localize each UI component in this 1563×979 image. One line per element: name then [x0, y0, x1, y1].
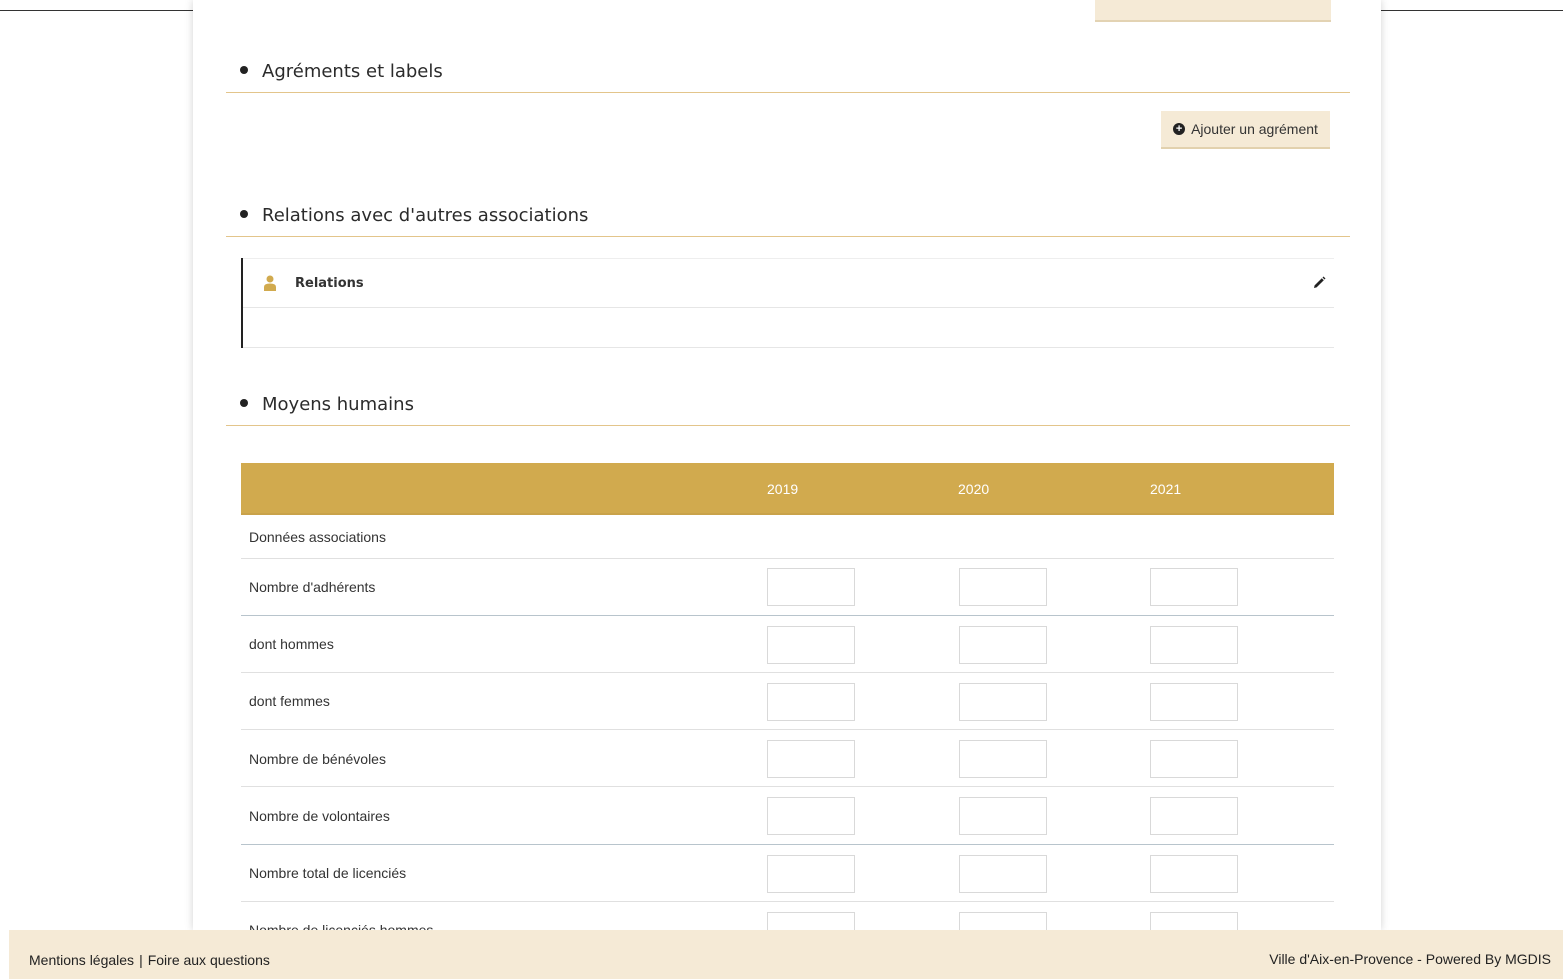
hommes-2019-input[interactable]	[767, 626, 855, 664]
adherents-2020-input[interactable]	[959, 568, 1047, 606]
row-label: Nombre de licenciés hommes	[249, 922, 434, 930]
section-rule	[226, 92, 1350, 93]
benevoles-2020-input[interactable]	[959, 740, 1047, 778]
hommes-2020-input[interactable]	[959, 626, 1047, 664]
volontaires-2021-input[interactable]	[1150, 797, 1238, 835]
table-row: Nombre total de licenciés	[241, 845, 1334, 902]
femmes-2019-input[interactable]	[767, 683, 855, 721]
row-label: Nombre de bénévoles	[249, 751, 386, 767]
relations-label: Relations	[295, 276, 364, 291]
section-title-text: Relations avec d'autres associations	[262, 205, 589, 226]
volontaires-2020-input[interactable]	[959, 797, 1047, 835]
group-label: Données associations	[249, 529, 386, 545]
add-agrement-label: Ajouter un agrément	[1191, 121, 1318, 137]
relations-card-bottom	[243, 347, 1334, 348]
row-label: dont hommes	[249, 636, 334, 652]
section-rule	[226, 236, 1350, 237]
table-row: dont femmes	[241, 673, 1334, 730]
section-title-agrements: Agréments et labels	[240, 61, 443, 82]
licencies-2021-input[interactable]	[1150, 855, 1238, 893]
licencies-hommes-2019-input[interactable]	[767, 912, 855, 930]
adherents-2021-input[interactable]	[1150, 568, 1238, 606]
table-group-row: Données associations	[241, 515, 1334, 559]
section-title-moyens: Moyens humains	[240, 394, 414, 415]
adherents-2019-input[interactable]	[767, 568, 855, 606]
table-header: 2019 2020 2021	[241, 463, 1334, 515]
section-title-text: Moyens humains	[262, 394, 414, 415]
benevoles-2021-input[interactable]	[1150, 740, 1238, 778]
licencies-hommes-2021-input[interactable]	[1150, 912, 1238, 930]
licencies-2020-input[interactable]	[959, 855, 1047, 893]
row-label: Nombre de volontaires	[249, 808, 390, 824]
year-header-2021: 2021	[1150, 481, 1182, 497]
hommes-2021-input[interactable]	[1150, 626, 1238, 664]
bullet-icon	[240, 399, 248, 407]
table-row: Nombre de volontaires	[241, 787, 1334, 845]
table-row: Nombre d'adhérents	[241, 559, 1334, 616]
plus-circle-icon: +	[1173, 123, 1186, 135]
footer: Mentions légales | Foire aux questions Vil…	[9, 930, 1563, 979]
table-row: dont hommes	[241, 616, 1334, 673]
femmes-2021-input[interactable]	[1150, 683, 1238, 721]
partial-button[interactable]	[1095, 0, 1331, 22]
row-label: Nombre total de licenciés	[249, 865, 407, 881]
licencies-hommes-2020-input[interactable]	[959, 912, 1047, 930]
user-icon	[264, 275, 276, 291]
row-label: Nombre d'adhérents	[249, 579, 376, 595]
row-label: dont femmes	[249, 693, 330, 709]
footer-links: Mentions légales | Foire aux questions	[29, 952, 270, 968]
faq-link[interactable]: Foire aux questions	[148, 952, 270, 968]
section-title-relations: Relations avec d'autres associations	[240, 205, 588, 226]
section-title-text: Agréments et labels	[262, 61, 443, 82]
relations-card: Relations	[241, 258, 1334, 348]
year-header-2020: 2020	[958, 481, 990, 497]
licencies-2019-input[interactable]	[767, 855, 855, 893]
year-header-2019: 2019	[767, 481, 799, 497]
pencil-icon[interactable]	[1312, 276, 1326, 290]
table-row: Nombre de bénévoles	[241, 730, 1334, 787]
table-row: Nombre de licenciés hommes	[241, 902, 1334, 930]
bullet-icon	[240, 210, 248, 218]
relations-card-header: Relations	[243, 258, 1334, 308]
section-rule	[226, 425, 1350, 426]
femmes-2020-input[interactable]	[959, 683, 1047, 721]
mentions-legales-link[interactable]: Mentions légales	[29, 952, 134, 968]
add-agrement-button[interactable]: + Ajouter un agrément	[1161, 111, 1330, 149]
benevoles-2019-input[interactable]	[767, 740, 855, 778]
footer-credit: Ville d'Aix-en-Provence - Powered By MGD…	[1269, 951, 1551, 967]
bullet-icon	[240, 66, 248, 74]
footer-separator: |	[139, 952, 143, 968]
volontaires-2019-input[interactable]	[767, 797, 855, 835]
